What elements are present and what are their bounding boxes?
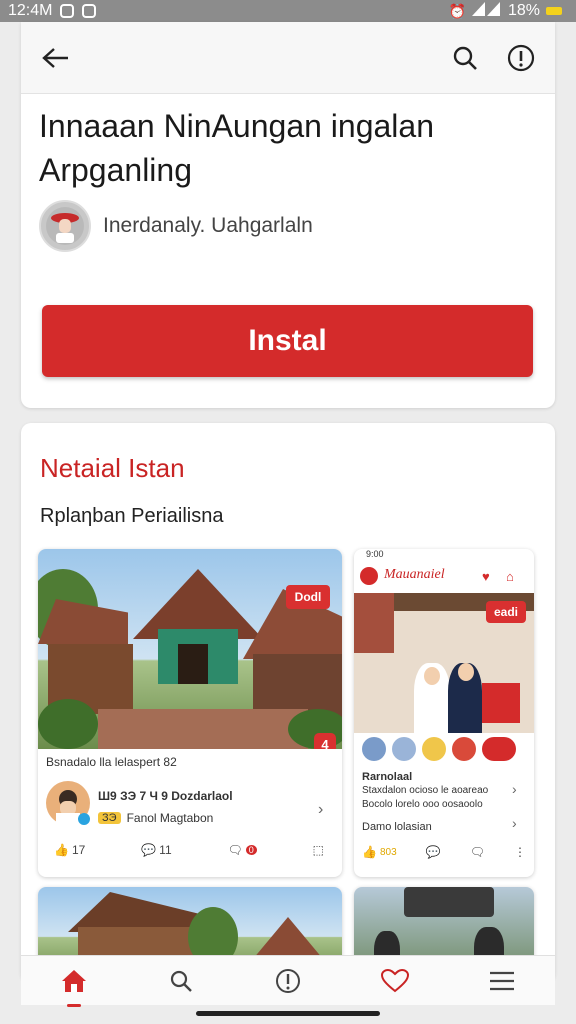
app-title-line2: Arpganling bbox=[39, 152, 192, 188]
notification-icon bbox=[60, 4, 75, 18]
section-subtitle: Rplaηban Periailisna bbox=[40, 505, 224, 527]
search-icon bbox=[453, 46, 477, 70]
preview-app-logo bbox=[360, 567, 378, 585]
nav-home[interactable] bbox=[52, 959, 96, 1007]
nav-search[interactable] bbox=[159, 959, 203, 1003]
preview-image: eadi bbox=[354, 593, 534, 733]
like-button[interactable]: 👍 17 bbox=[54, 843, 85, 857]
chevron-right-icon[interactable]: › bbox=[512, 781, 517, 797]
preview-like-count: 803 bbox=[379, 846, 397, 858]
developer-avatar bbox=[39, 200, 91, 252]
author-name[interactable]: Ш9 ЗЭ 7 Ч 9 Dozdarlaol bbox=[98, 789, 233, 803]
menu-icon bbox=[489, 971, 514, 990]
bottom-navigation bbox=[21, 955, 555, 1007]
top-app-bar bbox=[21, 22, 555, 94]
preview-desc-1: Staxdalon ocioso le aoareao bbox=[362, 785, 489, 796]
chevron-right-icon[interactable]: › bbox=[318, 801, 323, 819]
app-title-line1: Innaaan NinAungan ingalan bbox=[39, 108, 434, 144]
thumbs-up-icon: 👍 bbox=[54, 843, 69, 857]
message-count: 0 bbox=[245, 845, 257, 855]
home-indicator[interactable] bbox=[196, 1011, 380, 1016]
alarm-icon: ⏰ bbox=[448, 2, 466, 19]
card-actions: 👍 17 💬 11 🗨 0 ⬚ bbox=[54, 843, 324, 857]
author-meta: ЗЭ Fanol Magtabon bbox=[98, 811, 213, 825]
more-vertical-icon: ⋮ bbox=[513, 845, 526, 859]
preview-desc-2: Bocolo lorelo ooo oosaoolo bbox=[362, 799, 483, 810]
message-icon: 🗨 bbox=[227, 843, 243, 857]
signal-icon bbox=[471, 1, 502, 21]
share-icon: ⬚ bbox=[312, 843, 324, 857]
developer-name[interactable]: Inerdanaly. Uahgarlaln bbox=[103, 214, 313, 238]
preview-comment-button[interactable]: 💬 bbox=[426, 845, 441, 859]
preview-heading: Rarnolaal bbox=[362, 771, 413, 783]
preview-tag: eadi bbox=[486, 601, 526, 623]
install-button[interactable]: Instal bbox=[42, 305, 533, 377]
nav-info[interactable] bbox=[266, 959, 310, 1003]
home-outline-icon[interactable]: ⌂ bbox=[506, 569, 514, 584]
image-count-badge: 4 bbox=[314, 733, 336, 749]
heart-icon bbox=[380, 968, 409, 992]
nav-favorites[interactable] bbox=[373, 959, 417, 1003]
developer-row[interactable]: Inerdanaly. Uahgarlaln bbox=[39, 200, 313, 252]
active-indicator bbox=[67, 1003, 82, 1007]
arrow-left-icon bbox=[42, 48, 68, 68]
like-count: 17 bbox=[71, 843, 86, 857]
info-icon bbox=[507, 44, 535, 72]
search-icon bbox=[171, 970, 193, 992]
preview-actions: 👍 803 💬 🗨 ⋮ bbox=[362, 845, 526, 859]
app-title: Innaaan NinAungan ingalan Arpganling bbox=[39, 104, 539, 192]
preview-more-button[interactable]: ⋮ bbox=[514, 845, 526, 859]
chevron-right-icon[interactable]: › bbox=[512, 815, 517, 831]
app-info-card: Innaaan NinAungan ingalan Arpganling Ine… bbox=[21, 22, 555, 408]
battery-text: 18% bbox=[507, 2, 540, 19]
preview-like-button[interactable]: 👍 803 bbox=[362, 845, 397, 859]
preview-footer-label: Damo lolasian bbox=[362, 821, 432, 833]
preview-chat-button[interactable]: 🗨 bbox=[470, 845, 485, 859]
comment-count: 11 bbox=[159, 843, 172, 857]
app-preview-card[interactable]: 9:00 Mauanaiel ♥ ⌂ eadi Rarnolaal Staxda… bbox=[354, 549, 534, 877]
featured-section: Netaial Istan Rplaηban Periailisna Dodl … bbox=[21, 423, 555, 983]
thumbs-up-icon: 👍 bbox=[362, 845, 377, 859]
battery-icon bbox=[546, 7, 562, 15]
info-icon bbox=[275, 968, 300, 993]
share-button[interactable]: ⬚ bbox=[313, 843, 324, 857]
card-tag: Dodl bbox=[286, 585, 330, 609]
message-button[interactable]: 🗨 0 bbox=[228, 843, 257, 857]
chat-icon: 🗨 bbox=[469, 845, 485, 859]
search-button[interactable] bbox=[449, 42, 481, 74]
info-button[interactable] bbox=[505, 42, 537, 74]
comment-button[interactable]: 💬 11 bbox=[141, 843, 171, 857]
comment-icon: 💬 bbox=[425, 845, 441, 859]
preview-app-name: Mauanaiel bbox=[384, 567, 445, 582]
section-title: Netaial Istan bbox=[40, 453, 185, 483]
status-bar: 12:4M ⏰ 18% bbox=[0, 0, 576, 22]
preview-avatars bbox=[362, 737, 516, 761]
status-time: 12:4M bbox=[8, 2, 53, 19]
comment-icon: 💬 bbox=[141, 843, 157, 857]
nav-menu[interactable] bbox=[480, 959, 524, 1003]
back-button[interactable] bbox=[39, 42, 71, 74]
author-badge: ЗЭ bbox=[98, 812, 121, 824]
author-subtitle: Fanol Magtabon bbox=[126, 811, 214, 825]
heart-icon[interactable]: ♥ bbox=[482, 569, 490, 584]
post-card[interactable]: Dodl 4 Bsnadalo lla lelaspert 82 Ш9 ЗЭ 7… bbox=[38, 549, 342, 877]
author-avatar[interactable] bbox=[46, 781, 90, 825]
post-caption: Bsnadalo lla lelaspert 82 bbox=[46, 755, 177, 769]
preview-status-time: 9:00 bbox=[366, 549, 384, 559]
post-image: Dodl 4 bbox=[38, 549, 342, 749]
image-notification-icon bbox=[82, 4, 97, 18]
home-icon bbox=[62, 969, 87, 992]
